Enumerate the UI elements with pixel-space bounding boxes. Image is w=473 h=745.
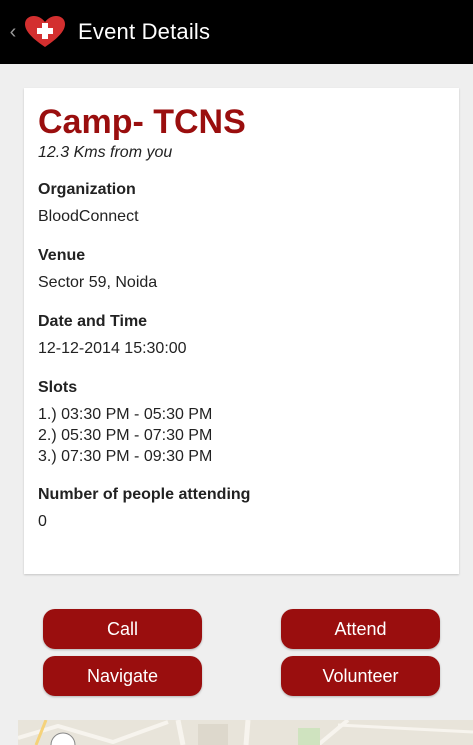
datetime-label: Date and Time [38,313,148,330]
event-distance: 12.3 Kms from you [38,144,173,161]
slots-field: Slots 1.) 03:30 PM - 05:30 PM 2.) 05:30 … [38,378,445,467]
map-view[interactable] [18,720,473,745]
datetime-value: 12-12-2014 15:30:00 [38,340,187,357]
attending-field: Number of people attending 0 [38,485,445,533]
organization-label: Organization [38,181,136,198]
venue-value: Sector 59, Noida [38,274,158,291]
navigate-button[interactable]: Navigate [43,656,202,696]
attending-label: Number of people attending [38,486,251,503]
call-button[interactable]: Call [43,609,202,649]
organization-field: Organization BloodConnect [38,180,445,228]
slots-label: Slots [38,379,78,396]
slot-item: 3.) 07:30 PM - 09:30 PM [38,448,213,465]
slot-item: 1.) 03:30 PM - 05:30 PM [38,406,213,423]
slot-item: 2.) 05:30 PM - 07:30 PM [38,427,213,444]
event-details-card: Camp- TCNS 12.3 Kms from you Organizatio… [24,88,459,574]
map-tiles [18,720,473,745]
action-bar: ‹ Event Details [0,0,473,64]
venue-field: Venue Sector 59, Noida [38,246,445,294]
organization-value: BloodConnect [38,208,139,225]
attending-value: 0 [38,513,47,530]
screen-title: Event Details [78,19,211,44]
heart-cross-icon [25,16,65,47]
volunteer-button[interactable]: Volunteer [281,656,440,696]
app-logo-icon[interactable] [22,9,68,55]
attend-button[interactable]: Attend [281,609,440,649]
back-caret-icon[interactable]: ‹ [6,0,20,64]
venue-label: Venue [38,247,86,264]
event-name: Camp- TCNS [38,103,246,141]
slots-list: 1.) 03:30 PM - 05:30 PM 2.) 05:30 PM - 0… [38,404,445,467]
datetime-field: Date and Time 12-12-2014 15:30:00 [38,312,445,360]
